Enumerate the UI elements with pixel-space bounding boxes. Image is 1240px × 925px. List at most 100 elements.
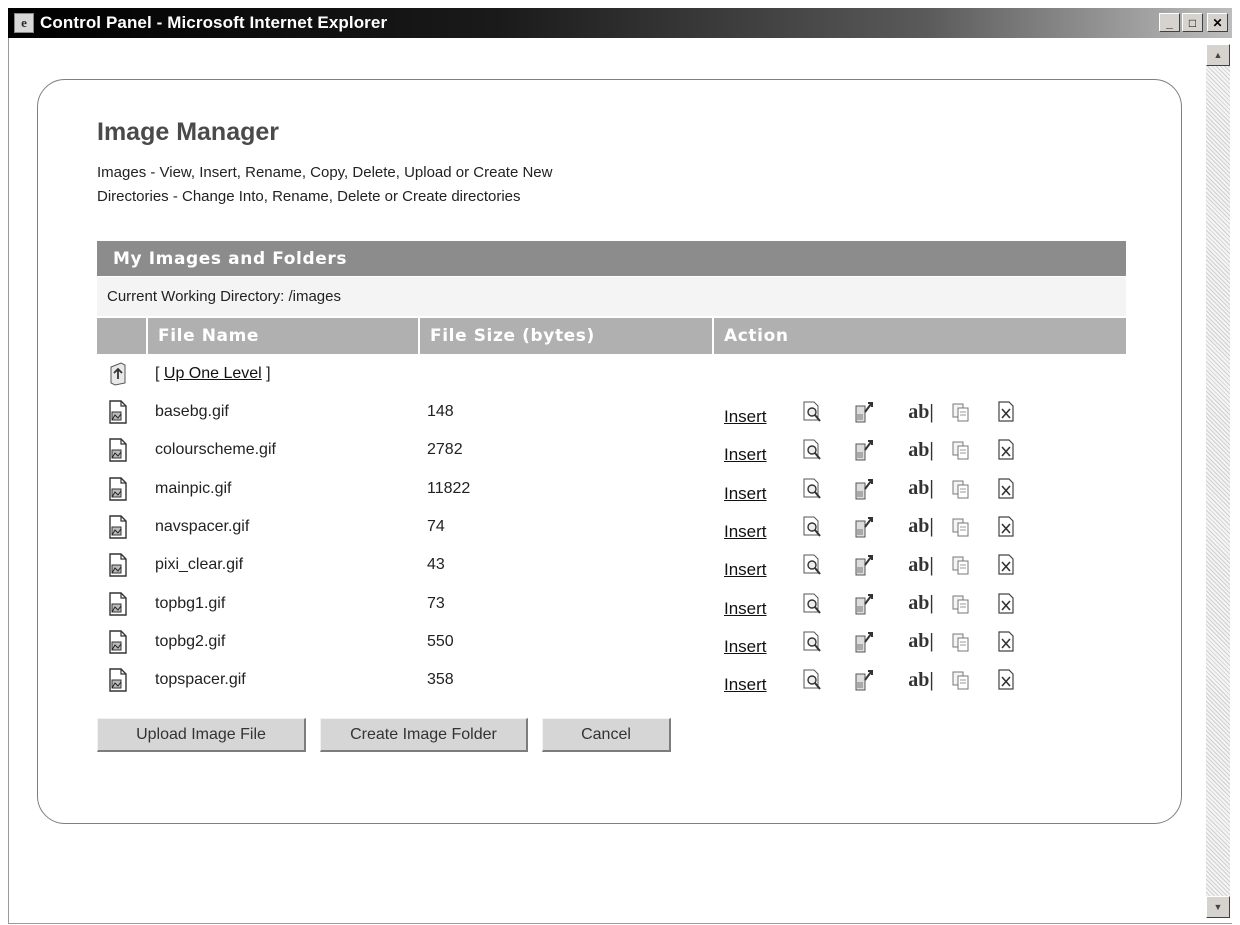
insert-link[interactable]: Insert	[724, 445, 767, 465]
copy-icon[interactable]	[949, 591, 973, 617]
file-name: topspacer.gif	[155, 671, 246, 689]
move-icon[interactable]	[853, 552, 877, 578]
maximize-button[interactable]: □	[1182, 13, 1203, 32]
move-icon[interactable]	[853, 437, 877, 463]
window-titlebar: e Control Panel - Microsoft Internet Exp…	[8, 8, 1232, 38]
delete-icon[interactable]	[995, 667, 1019, 693]
window-title: Control Panel - Microsoft Internet Explo…	[40, 13, 388, 32]
table-row: basebg.gif 148 Insert ab|	[97, 399, 1126, 435]
insert-link[interactable]: Insert	[724, 637, 767, 657]
section-header: My Images and Folders	[97, 241, 1126, 276]
file-size: 73	[427, 594, 445, 612]
rename-icon[interactable]: ab|	[903, 514, 939, 540]
table-row: navspacer.gif 74 Insert ab|	[97, 514, 1126, 550]
delete-icon[interactable]	[995, 629, 1019, 655]
image-file-icon	[107, 629, 129, 655]
file-size: 74	[427, 517, 445, 535]
close-button[interactable]: ✕	[1207, 13, 1228, 32]
page-description-directories: Directories - Change Into, Rename, Delet…	[97, 188, 521, 205]
table-row: mainpic.gif 11822 Insert ab|	[97, 476, 1126, 512]
rename-icon[interactable]: ab|	[903, 629, 939, 655]
file-name: basebg.gif	[155, 403, 229, 420]
copy-icon[interactable]	[949, 476, 973, 502]
table-row: topspacer.gif 358 Insert ab|	[97, 667, 1126, 703]
column-header-icon	[97, 318, 146, 354]
insert-link[interactable]: Insert	[724, 560, 767, 580]
upload-image-button[interactable]: Upload Image File	[97, 718, 306, 752]
copy-icon[interactable]	[949, 399, 973, 425]
insert-link[interactable]: Insert	[724, 484, 767, 504]
move-icon[interactable]	[853, 514, 877, 540]
view-icon[interactable]	[800, 591, 824, 617]
table-row: topbg2.gif 550 Insert ab|	[97, 629, 1126, 665]
move-icon[interactable]	[853, 476, 877, 502]
delete-icon[interactable]	[995, 591, 1019, 617]
insert-link[interactable]: Insert	[724, 522, 767, 542]
current-directory-path: /images	[288, 288, 341, 305]
copy-icon[interactable]	[949, 667, 973, 693]
image-file-icon	[107, 437, 129, 463]
column-header-file-name: File Name	[148, 318, 418, 354]
file-size: 358	[427, 671, 454, 689]
rename-icon[interactable]: ab|	[903, 476, 939, 502]
view-icon[interactable]	[800, 629, 824, 655]
delete-icon[interactable]	[995, 552, 1019, 578]
copy-icon[interactable]	[949, 629, 973, 655]
file-name: colourscheme.gif	[155, 441, 276, 459]
rename-icon[interactable]: ab|	[903, 667, 939, 693]
move-icon[interactable]	[853, 667, 877, 693]
delete-icon[interactable]	[995, 514, 1019, 540]
file-name: navspacer.gif	[155, 517, 250, 535]
up-level-link[interactable]: [ Up One Level ]	[155, 365, 271, 383]
page-description-images: Images - View, Insert, Rename, Copy, Del…	[97, 164, 553, 181]
move-icon[interactable]	[853, 399, 877, 425]
insert-link[interactable]: Insert	[724, 675, 767, 695]
insert-link[interactable]: Insert	[724, 407, 767, 427]
file-size: 2782	[427, 441, 463, 459]
page-title: Image Manager	[97, 118, 280, 146]
table-row: pixi_clear.gif 43 Insert ab|	[97, 552, 1126, 588]
move-icon[interactable]	[853, 629, 877, 655]
file-name: mainpic.gif	[155, 479, 232, 497]
delete-icon[interactable]	[995, 476, 1019, 502]
create-folder-button[interactable]: Create Image Folder	[320, 718, 528, 752]
table-row: topbg1.gif 73 Insert ab|	[97, 591, 1126, 627]
view-icon[interactable]	[800, 399, 824, 425]
column-header-file-size: File Size (bytes)	[420, 318, 712, 354]
file-name: pixi_clear.gif	[155, 556, 244, 574]
scroll-up-button[interactable]: ▲	[1206, 44, 1230, 66]
file-size: 43	[427, 556, 445, 574]
file-size: 550	[427, 632, 454, 650]
current-directory-label: Current Working Directory:	[107, 288, 285, 305]
file-name: topbg1.gif	[155, 594, 226, 612]
move-icon[interactable]	[853, 591, 877, 617]
delete-icon[interactable]	[995, 399, 1019, 425]
vertical-scrollbar[interactable]: ▲ ▼	[1206, 44, 1230, 918]
rename-icon[interactable]: ab|	[903, 552, 939, 578]
rename-icon[interactable]: ab|	[903, 591, 939, 617]
file-name: topbg2.gif	[155, 632, 226, 650]
copy-icon[interactable]	[949, 514, 973, 540]
copy-icon[interactable]	[949, 437, 973, 463]
copy-icon[interactable]	[949, 552, 973, 578]
minimize-button[interactable]: _	[1159, 13, 1180, 32]
up-level-label[interactable]: Up One Level	[164, 365, 262, 382]
delete-icon[interactable]	[995, 437, 1019, 463]
view-icon[interactable]	[800, 667, 824, 693]
insert-link[interactable]: Insert	[724, 599, 767, 619]
folder-up-icon[interactable]	[107, 361, 129, 387]
file-size: 148	[427, 403, 454, 420]
rename-icon[interactable]: ab|	[903, 437, 939, 463]
view-icon[interactable]	[800, 552, 824, 578]
view-icon[interactable]	[800, 476, 824, 502]
image-file-icon	[107, 667, 129, 693]
cancel-button[interactable]: Cancel	[542, 718, 671, 752]
scroll-down-button[interactable]: ▼	[1206, 896, 1230, 918]
current-directory: Current Working Directory: /images	[97, 277, 1126, 316]
table-header: File Name File Size (bytes) Action	[97, 318, 1126, 354]
view-icon[interactable]	[800, 514, 824, 540]
image-file-icon	[107, 514, 129, 540]
rename-icon[interactable]: ab|	[903, 399, 939, 425]
view-icon[interactable]	[800, 437, 824, 463]
image-file-icon	[107, 476, 129, 502]
